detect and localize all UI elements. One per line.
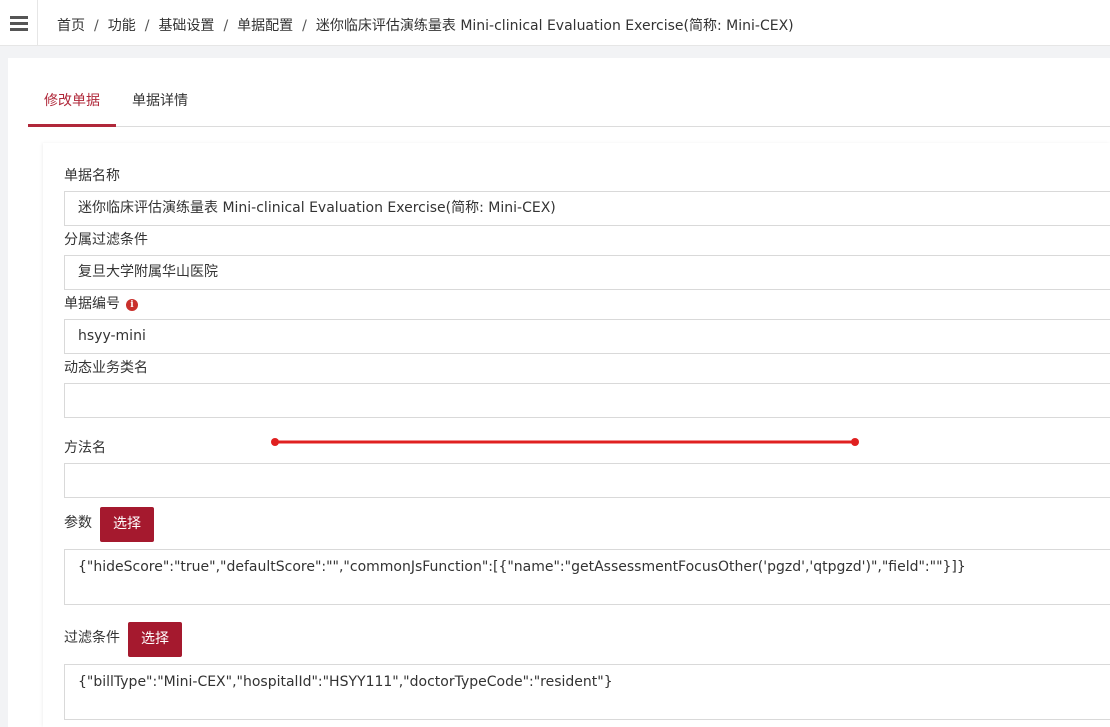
tab-bill-detail[interactable]: 单据详情 — [132, 82, 188, 127]
breadcrumb-bill-config[interactable]: 单据配置 — [237, 18, 293, 34]
breadcrumb-function[interactable]: 功能 — [108, 18, 136, 34]
params-label: 参数 — [64, 515, 92, 531]
breadcrumb-separator: / — [94, 18, 99, 34]
edit-form: 单据名称 迷你临床评估演练量表 Mini-clinical Evaluation… — [43, 143, 1110, 727]
bill-code-label: 单据编号 i — [64, 293, 138, 313]
method-name-label: 方法名 — [64, 440, 106, 456]
tab-bar: 修改单据 单据详情 — [28, 82, 1110, 127]
filter-condition-label: 过滤条件 — [64, 630, 120, 646]
filter-belong-label: 分属过滤条件 — [64, 232, 148, 248]
breadcrumb-separator: / — [144, 18, 150, 34]
filter-condition-select-button[interactable]: 选择 — [128, 622, 182, 657]
filter-belong-input[interactable]: 复旦大学附属华山医院 — [64, 255, 1110, 290]
hamburger-menu-icon[interactable] — [0, 0, 38, 46]
top-bar: 首页 / 功能 / 基础设置 / 单据配置 / 迷你临床评估演练量表 Mini-clinical… — [0, 0, 1110, 46]
method-name-input[interactable] — [64, 463, 1110, 498]
breadcrumb-separator: / — [302, 18, 307, 34]
info-icon[interactable]: i — [126, 299, 138, 311]
dynamic-class-label: 动态业务类名 — [64, 360, 148, 376]
params-select-button[interactable]: 选择 — [100, 507, 154, 542]
breadcrumb-basic-settings[interactable]: 基础设置 — [158, 18, 214, 34]
bill-code-input[interactable]: hsyy-mini — [64, 319, 1110, 354]
dynamic-class-input[interactable] — [64, 383, 1110, 418]
bill-name-input[interactable]: 迷你临床评估演练量表 Mini-clinical Evaluation Exer… — [64, 191, 1110, 226]
breadcrumb-current-page: 迷你临床评估演练量表 Mini-clinical Evaluation Exer… — [315, 18, 794, 34]
bill-name-label: 单据名称 — [64, 168, 120, 184]
breadcrumb-home[interactable]: 首页 — [57, 18, 85, 34]
tab-edit-bill[interactable]: 修改单据 — [28, 82, 116, 127]
params-textarea[interactable]: {"hideScore":"true","defaultScore":"","c… — [64, 549, 1110, 605]
breadcrumb: 首页 / 功能 / 基础设置 / 单据配置 / 迷你临床评估演练量表 Mini-clinical… — [57, 15, 794, 35]
bill-code-label-text: 单据编号 — [64, 296, 120, 312]
breadcrumb-separator: / — [223, 18, 229, 34]
main-panel: 修改单据 单据详情 单据名称 迷你临床评估演练量表 Mini-clinical … — [8, 58, 1110, 727]
red-underline-annotation — [271, 438, 859, 446]
filter-condition-textarea[interactable]: {"billType":"Mini-CEX","hospitalId":"HSY… — [64, 664, 1110, 720]
